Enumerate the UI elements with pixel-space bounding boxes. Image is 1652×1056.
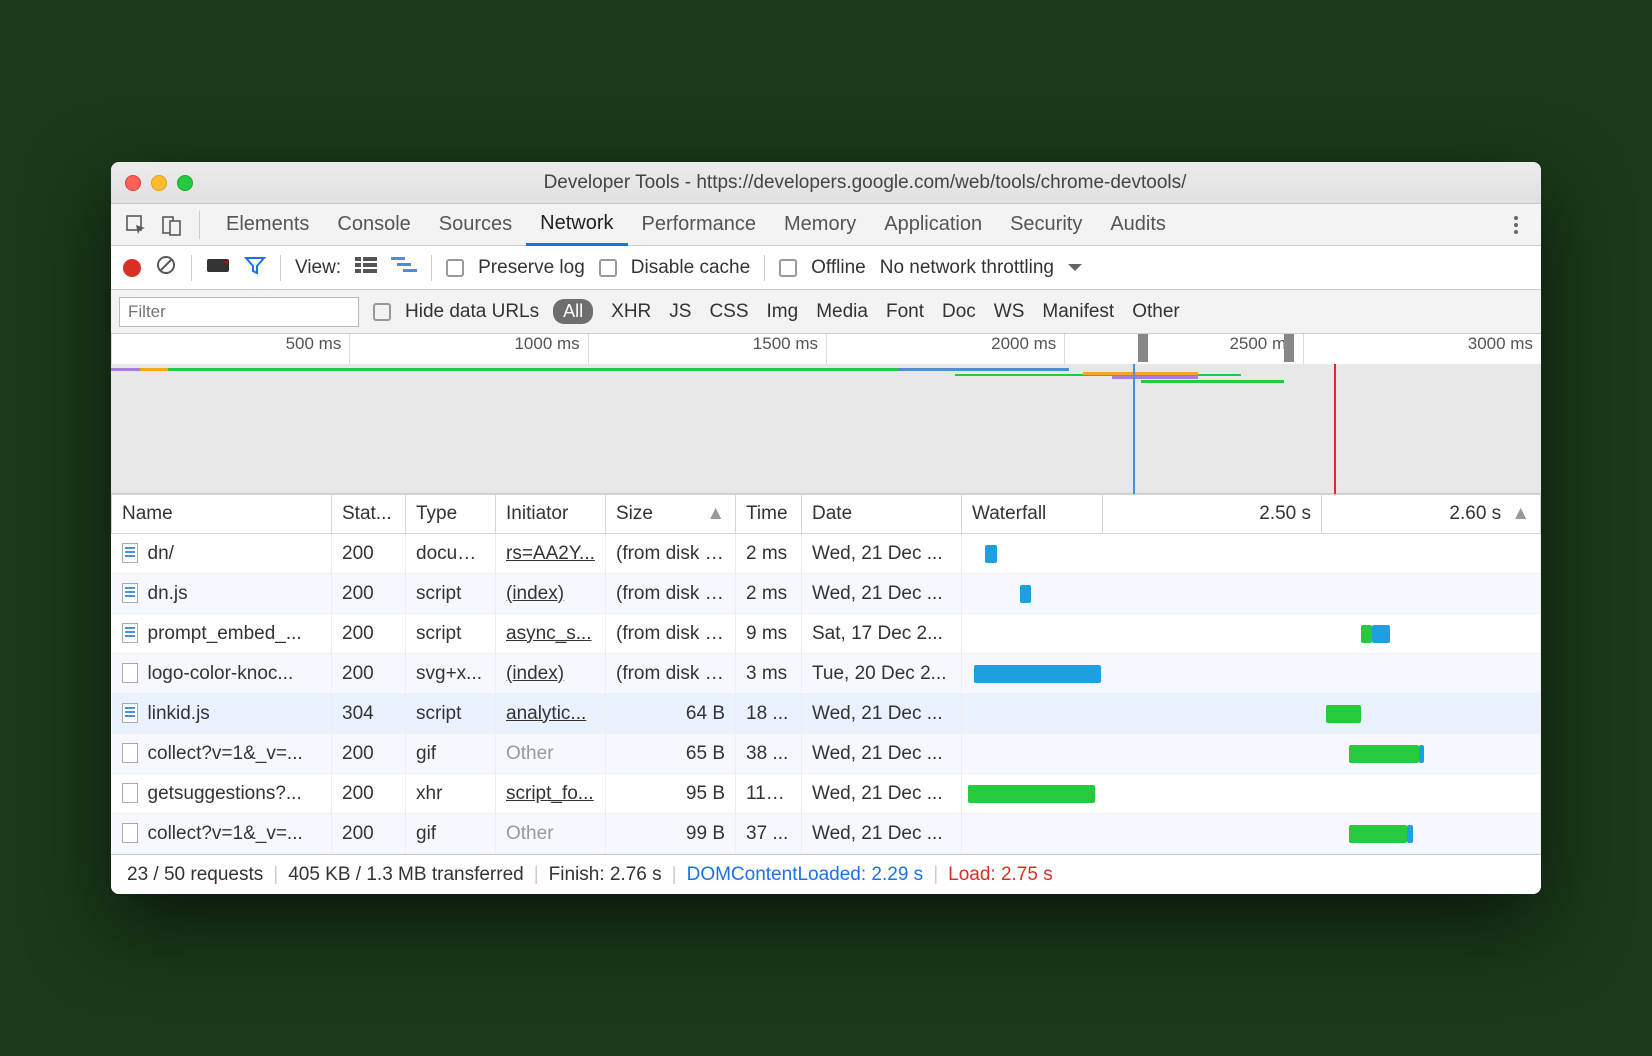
status-load: Load: 2.75 s xyxy=(948,864,1053,886)
filter-type-all[interactable]: All xyxy=(553,299,593,324)
timeline-tick: 1500 ms xyxy=(588,334,826,364)
tab-network[interactable]: Network xyxy=(526,204,627,246)
maximize-window-button[interactable] xyxy=(177,175,193,191)
timeline-tick: 500 ms xyxy=(111,334,349,364)
network-toolbar: View: Preserve log Disable cache Offline… xyxy=(111,246,1541,290)
capture-screenshot-icon[interactable] xyxy=(206,256,230,280)
tab-application[interactable]: Application xyxy=(870,204,996,246)
filter-icon[interactable] xyxy=(244,254,266,282)
view-label: View: xyxy=(295,257,341,279)
timeline-overview[interactable]: 500 ms1000 ms1500 ms2000 ms2500 ms3000 m… xyxy=(111,334,1541,494)
status-finish: Finish: 2.76 s xyxy=(549,864,662,886)
table-row[interactable]: dn.js200script(index)(from disk c...2 ms… xyxy=(112,574,1541,614)
file-icon xyxy=(122,743,138,763)
tab-performance[interactable]: Performance xyxy=(628,204,771,246)
filter-bar: Hide data URLs All XHR JS CSS Img Media Font Do… xyxy=(111,290,1541,334)
titlebar: Developer Tools - https://developers.goo… xyxy=(111,162,1541,204)
file-icon xyxy=(122,543,138,563)
table-row[interactable]: collect?v=1&_v=...200gifOther65 B38 ...W… xyxy=(112,734,1541,774)
col-name[interactable]: Name xyxy=(112,495,332,534)
file-icon xyxy=(122,583,138,603)
file-icon xyxy=(122,783,138,803)
close-window-button[interactable] xyxy=(125,175,141,191)
filter-type-other[interactable]: Other xyxy=(1132,301,1180,323)
tab-elements[interactable]: Elements xyxy=(212,204,323,246)
filter-type-doc[interactable]: Doc xyxy=(942,301,976,323)
filter-type-manifest[interactable]: Manifest xyxy=(1042,301,1114,323)
requests-table: Name Stat... Type Initiator Size▲ Time D… xyxy=(111,494,1541,854)
file-icon xyxy=(122,823,138,843)
offline-checkbox[interactable] xyxy=(779,259,797,277)
inspect-element-icon[interactable] xyxy=(121,210,151,240)
filter-type-js[interactable]: JS xyxy=(669,301,691,323)
more-menu-icon[interactable] xyxy=(1501,210,1531,240)
filter-input[interactable] xyxy=(119,297,359,327)
table-row[interactable]: prompt_embed_...200scriptasync_s...(from… xyxy=(112,614,1541,654)
traffic-lights xyxy=(125,175,193,191)
tab-sources[interactable]: Sources xyxy=(425,204,526,246)
filter-type-css[interactable]: CSS xyxy=(709,301,748,323)
table-row[interactable]: dn/200docum...rs=AA2Y...(from disk c...2… xyxy=(112,534,1541,574)
throttling-select[interactable]: No network throttling xyxy=(880,257,1054,279)
hide-data-urls-label: Hide data URLs xyxy=(405,301,539,323)
waterfall-view-icon[interactable] xyxy=(391,255,417,281)
filter-type-media[interactable]: Media xyxy=(816,301,868,323)
tab-memory[interactable]: Memory xyxy=(770,204,870,246)
col-size[interactable]: Size▲ xyxy=(606,495,736,534)
timeline-tick: 2500 ms xyxy=(1064,334,1302,364)
preserve-log-checkbox[interactable] xyxy=(446,259,464,277)
hide-data-urls-checkbox[interactable] xyxy=(373,303,391,321)
preserve-log-label: Preserve log xyxy=(478,257,585,279)
tab-security[interactable]: Security xyxy=(996,204,1096,246)
divider xyxy=(199,211,200,239)
file-icon xyxy=(122,663,138,683)
table-header: Name Stat... Type Initiator Size▲ Time D… xyxy=(112,495,1541,534)
col-type[interactable]: Type xyxy=(406,495,496,534)
filter-type-img[interactable]: Img xyxy=(767,301,799,323)
col-initiator[interactable]: Initiator xyxy=(496,495,606,534)
tab-audits[interactable]: Audits xyxy=(1096,204,1180,246)
device-toolbar-icon[interactable] xyxy=(157,210,187,240)
record-button[interactable] xyxy=(123,259,141,277)
table-row[interactable]: logo-color-knoc...200svg+x...(index)(fro… xyxy=(112,654,1541,694)
timeline-tick: 2000 ms xyxy=(826,334,1064,364)
clear-icon[interactable] xyxy=(155,254,177,282)
devtools-window: Developer Tools - https://developers.goo… xyxy=(111,162,1541,894)
tab-console[interactable]: Console xyxy=(323,204,424,246)
table-row[interactable]: linkid.js304scriptanalytic...64 B18 ...W… xyxy=(112,694,1541,734)
col-waterfall[interactable]: Waterfall 2.50 s 2.60 s▲ xyxy=(962,495,1541,534)
disable-cache-label: Disable cache xyxy=(631,257,750,279)
panel-tabs: ElementsConsoleSourcesNetworkPerformance… xyxy=(111,204,1541,246)
timeline-tick: 3000 ms xyxy=(1303,334,1541,364)
filter-type-ws[interactable]: WS xyxy=(994,301,1025,323)
status-requests: 23 / 50 requests xyxy=(127,864,263,886)
minimize-window-button[interactable] xyxy=(151,175,167,191)
table-row[interactable]: getsuggestions?...200xhrscript_fo...95 B… xyxy=(112,774,1541,814)
disable-cache-checkbox[interactable] xyxy=(599,259,617,277)
chevron-down-icon[interactable] xyxy=(1068,264,1082,278)
col-status[interactable]: Stat... xyxy=(332,495,406,534)
timeline-tick: 1000 ms xyxy=(349,334,587,364)
large-rows-icon[interactable] xyxy=(355,255,377,281)
col-date[interactable]: Date xyxy=(802,495,962,534)
col-time[interactable]: Time xyxy=(736,495,802,534)
file-icon xyxy=(122,703,138,723)
filter-type-xhr[interactable]: XHR xyxy=(611,301,651,323)
file-icon xyxy=(122,623,138,643)
offline-label: Offline xyxy=(811,257,866,279)
status-bar: 23 / 50 requests | 405 KB / 1.3 MB trans… xyxy=(111,854,1541,894)
status-transferred: 405 KB / 1.3 MB transferred xyxy=(288,864,524,886)
filter-type-font[interactable]: Font xyxy=(886,301,924,323)
status-dcl: DOMContentLoaded: 2.29 s xyxy=(687,864,924,886)
table-row[interactable]: collect?v=1&_v=...200gifOther99 B37 ...W… xyxy=(112,814,1541,854)
window-title: Developer Tools - https://developers.goo… xyxy=(203,172,1527,194)
